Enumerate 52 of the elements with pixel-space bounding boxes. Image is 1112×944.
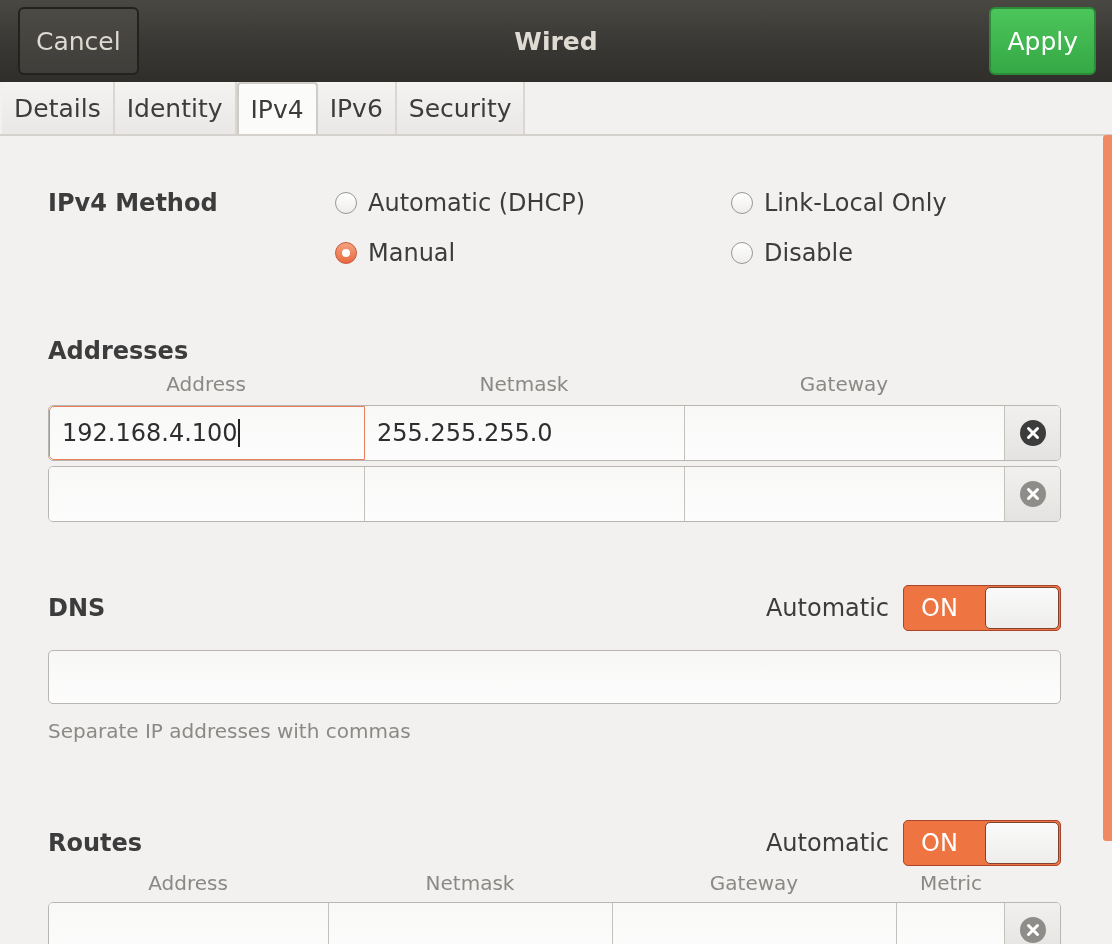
column-header: Metric bbox=[918, 871, 984, 897]
cancel-button[interactable]: Cancel bbox=[18, 7, 139, 75]
section-title: Addresses bbox=[48, 336, 190, 366]
tab[interactable]: Security bbox=[396, 82, 526, 134]
address-field[interactable] bbox=[49, 467, 365, 521]
radio-label: Automatic (DHCP) bbox=[368, 188, 586, 218]
radio-button[interactable] bbox=[335, 242, 357, 264]
remove-row-button[interactable] bbox=[1005, 406, 1060, 460]
switch-text: ON bbox=[921, 594, 958, 622]
window-title: Wired bbox=[513, 25, 599, 58]
netmask-field[interactable]: 255.255.255.0 bbox=[365, 406, 685, 460]
column-header: Address bbox=[165, 372, 247, 398]
field-value: 255.255.255.0 bbox=[377, 419, 553, 447]
close-icon bbox=[1018, 480, 1047, 508]
section-title: Routes bbox=[48, 829, 144, 857]
column-header: Gateway bbox=[798, 372, 890, 398]
netmask-field[interactable] bbox=[365, 467, 685, 521]
column-header: Netmask bbox=[424, 871, 516, 897]
tab[interactable]: IPv4 bbox=[236, 82, 318, 134]
field-value: 192.168.4.100 bbox=[62, 419, 238, 447]
tab[interactable]: Identity bbox=[114, 82, 237, 134]
tab[interactable]: Details bbox=[2, 82, 115, 134]
hint-text: Separate IP addresses with commas bbox=[48, 719, 412, 743]
radio-label: Link-Local Only bbox=[764, 188, 947, 218]
radio-button[interactable] bbox=[731, 242, 753, 264]
column-header: Address bbox=[147, 871, 229, 897]
close-icon bbox=[1018, 916, 1047, 944]
radio-label: Disable bbox=[764, 238, 854, 268]
column-header: Netmask bbox=[478, 372, 570, 398]
radio-button[interactable] bbox=[335, 192, 357, 214]
column-header: Gateway bbox=[708, 871, 800, 897]
address-field[interactable] bbox=[49, 903, 329, 944]
radio-option[interactable]: Link-Local Only bbox=[731, 188, 947, 218]
scrollbar[interactable] bbox=[1103, 135, 1112, 841]
radio-option[interactable]: Manual bbox=[335, 238, 731, 268]
radio-button[interactable] bbox=[731, 192, 753, 214]
switch-label: Automatic bbox=[765, 594, 889, 622]
address-field[interactable]: 192.168.4.100 bbox=[49, 406, 365, 460]
section-title: DNS bbox=[48, 594, 107, 622]
radio-option[interactable]: Disable bbox=[731, 238, 947, 268]
switch-label: Automatic bbox=[765, 829, 889, 857]
switch-knob[interactable] bbox=[985, 822, 1059, 864]
gateway-field[interactable] bbox=[685, 467, 1005, 521]
switch-knob[interactable] bbox=[985, 587, 1059, 629]
radio-label: Manual bbox=[368, 238, 456, 268]
dns-field[interactable] bbox=[48, 650, 1061, 704]
close-icon bbox=[1018, 419, 1047, 447]
tab[interactable]: IPv6 bbox=[317, 82, 397, 134]
radio-option[interactable]: Automatic (DHCP) bbox=[335, 188, 731, 218]
gateway-field[interactable] bbox=[685, 406, 1005, 460]
switch-text: ON bbox=[921, 829, 958, 857]
section-label: IPv4 Method bbox=[48, 188, 219, 219]
